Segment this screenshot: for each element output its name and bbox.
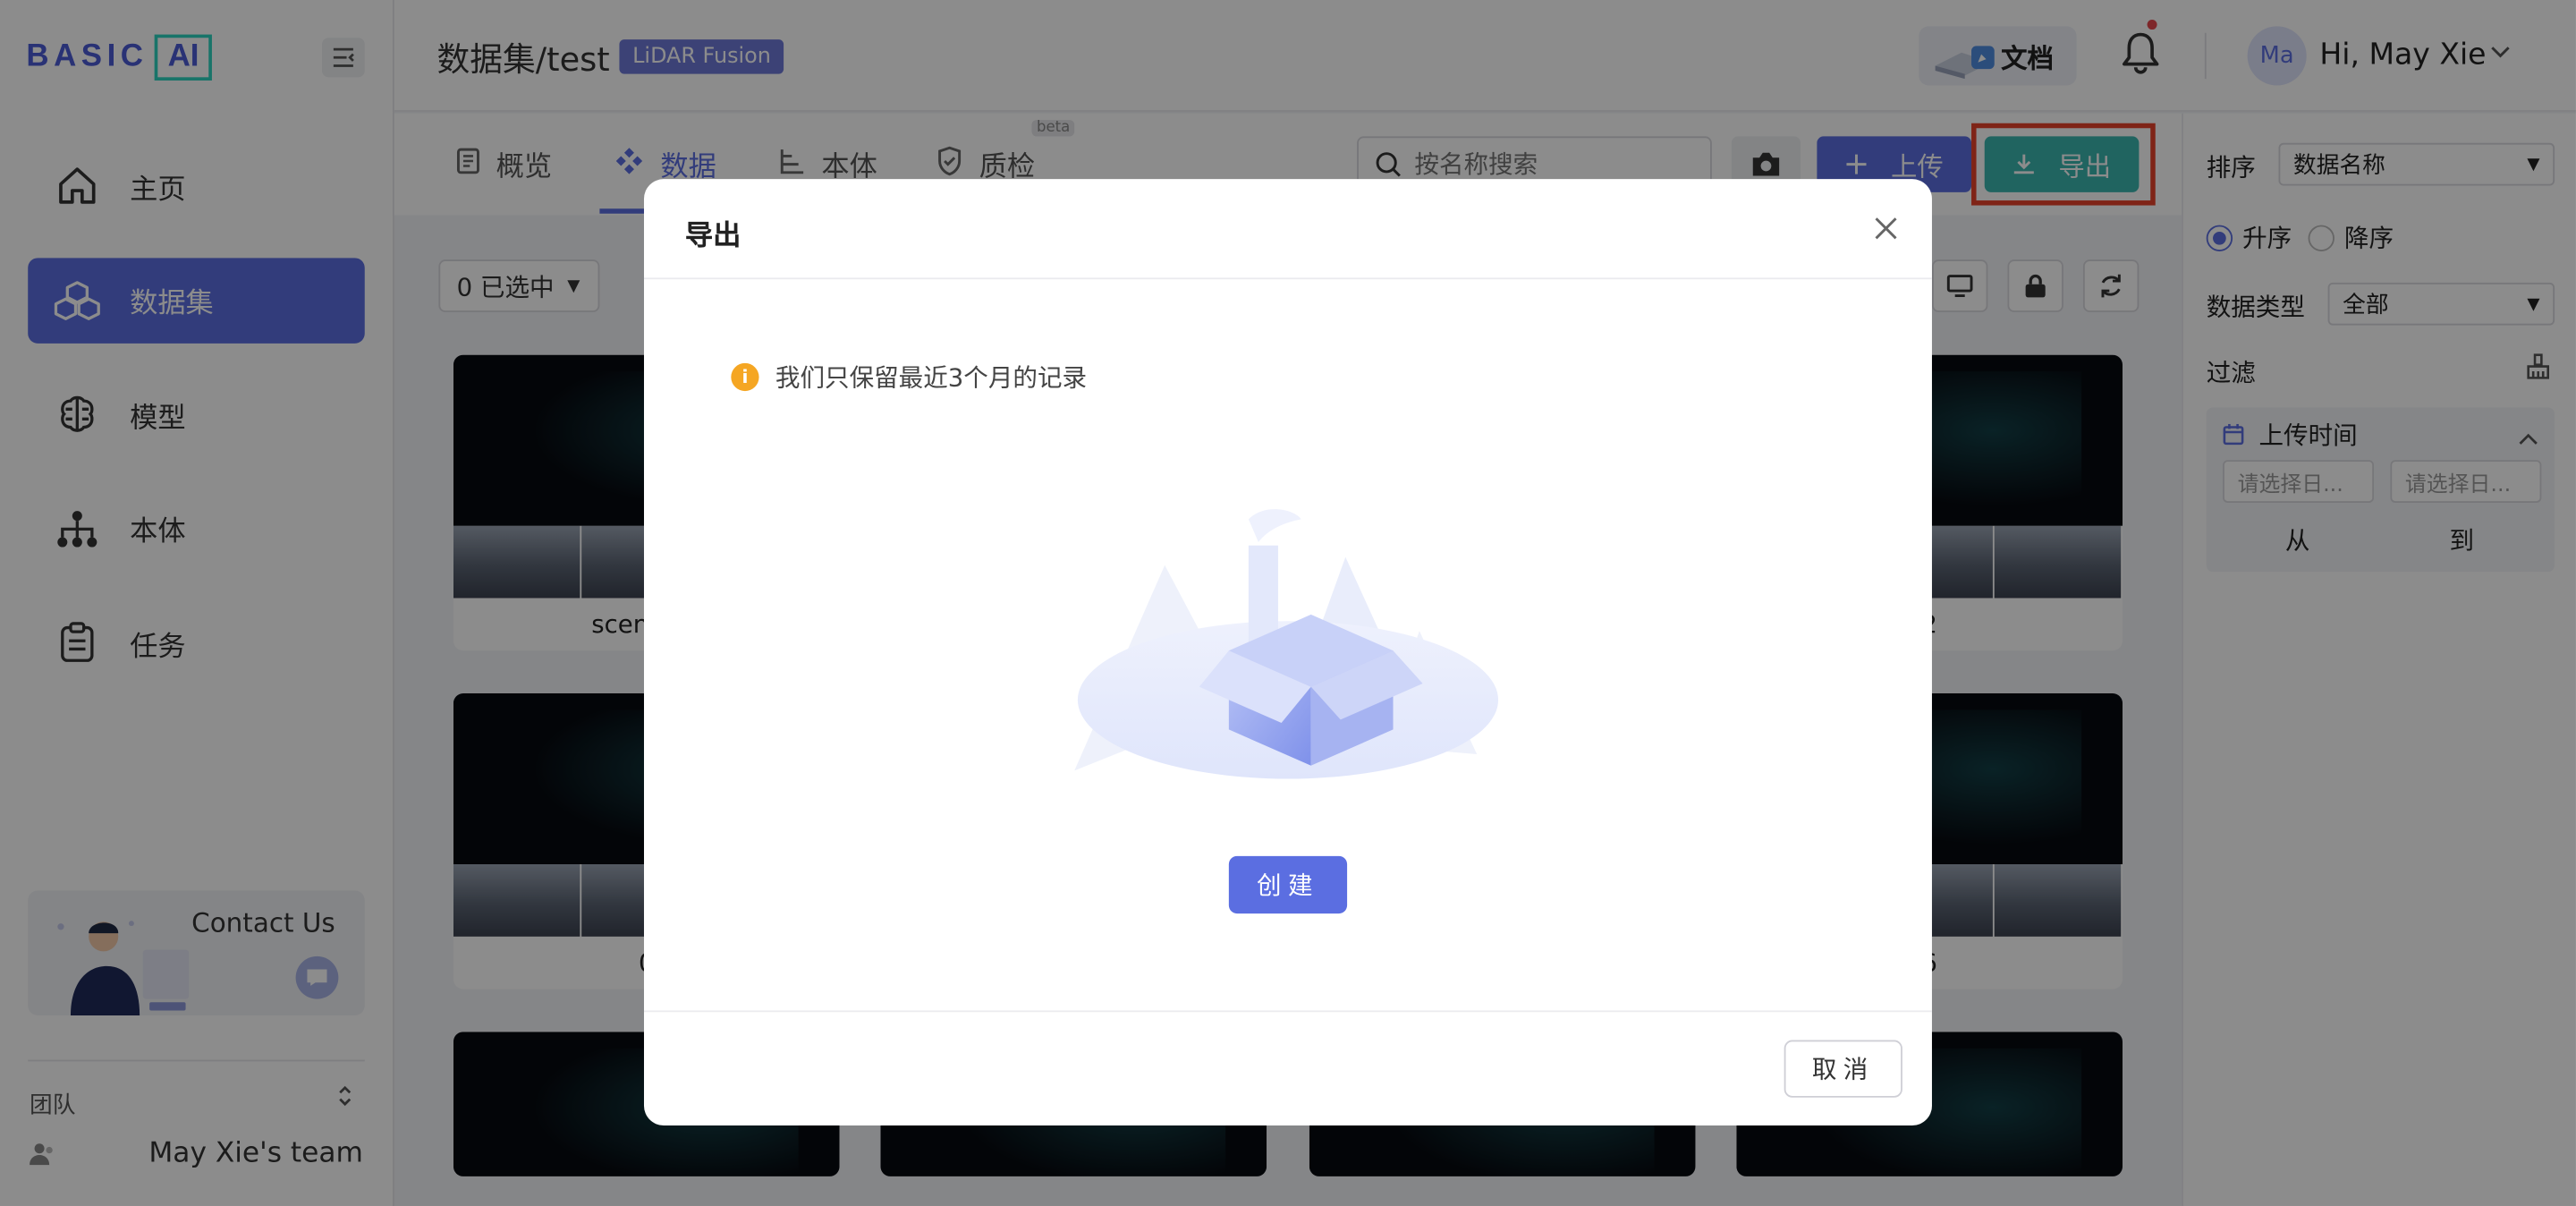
modal-title: 导出 bbox=[684, 220, 741, 253]
cancel-button[interactable]: 取消 bbox=[1784, 1040, 1902, 1098]
modal-footer-divider bbox=[643, 1010, 1932, 1013]
info-warning-icon: i bbox=[731, 362, 759, 392]
export-modal: 导出 i 我们只保留最近3个月的记录 创建 取消 bbox=[643, 179, 1932, 1126]
modal-header-divider bbox=[643, 277, 1932, 280]
retention-notice-text: 我们只保留最近3个月的记录 bbox=[775, 362, 1088, 393]
retention-notice: i 我们只保留最近3个月的记录 bbox=[731, 360, 1087, 395]
create-label: 创建 bbox=[1257, 871, 1319, 901]
empty-box-illustration-icon bbox=[1074, 509, 1499, 779]
cancel-label: 取消 bbox=[1811, 1055, 1875, 1085]
create-export-button[interactable]: 创建 bbox=[1228, 855, 1348, 914]
app-root: BASIC AI 主页 数据集 模型 本体 任务 Contact Us 团队 M… bbox=[0, 0, 2576, 1206]
close-icon[interactable] bbox=[1866, 208, 1905, 248]
